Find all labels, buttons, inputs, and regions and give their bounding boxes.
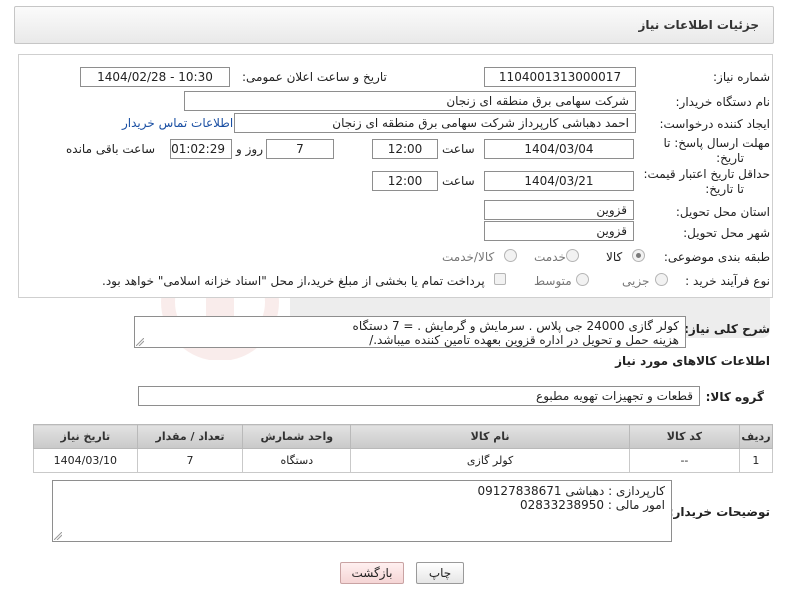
cell-row-number: 1	[738, 448, 774, 473]
category-option-service: خدمت	[534, 250, 566, 264]
price-validity-date-field: 1404/03/21	[484, 171, 634, 191]
cell-quantity: 7	[136, 448, 244, 473]
buyer-notes-textarea: کارپردازی : دهباشی 09127838671 امور مالی…	[52, 480, 672, 542]
page-title: جزئیات اطلاعات نیاز	[638, 18, 759, 32]
process-option-medium: متوسط	[534, 274, 572, 288]
remaining-time-field: 01:02:29	[170, 139, 232, 159]
need-number-label: شماره نیاز:	[713, 70, 770, 84]
description-line-1: کولر گازی 24000 جی پلاس . سرمایش و گرمای…	[352, 319, 679, 333]
col-item-code: کد کالا	[628, 424, 740, 449]
city-label: شهر محل تحویل:	[683, 226, 770, 240]
table-row: 1 -- کولر گازی دستگاه 7 1404/03/10	[33, 448, 774, 473]
buyer-notes-line-2: امور مالی : 02833238950	[520, 498, 665, 512]
price-validity-time-field: 12:00	[372, 171, 438, 191]
deadline-date-field: 1404/03/04	[484, 139, 634, 159]
col-unit: واحد شمارش	[242, 424, 352, 449]
province-label: استان محل تحویل:	[675, 205, 770, 219]
buyer-org-label: نام دستگاه خریدار:	[675, 95, 771, 109]
days-field: 7	[266, 139, 334, 159]
buyer-org-field: شرکت سهامی برق منطقه ای زنجان	[184, 91, 636, 111]
cell-need-date: 1404/03/10	[33, 448, 138, 473]
buyer-notes-label: توضیحات خریدار:	[668, 505, 770, 519]
description-label: شرح کلی نیاز:	[684, 322, 770, 336]
process-radio-minor[interactable]	[655, 273, 668, 286]
category-radio-goods[interactable]	[632, 249, 645, 262]
buyer-notes-line-1: کارپردازی : دهباشی 09127838671	[477, 484, 665, 498]
days-label: روز و	[236, 142, 263, 156]
category-radio-goods-service[interactable]	[504, 249, 517, 262]
category-option-goods-service: کالا/خدمت	[442, 250, 495, 264]
cell-item-code: --	[628, 448, 740, 473]
process-label: نوع فرآیند خرید :	[685, 274, 770, 288]
category-label: طبقه بندی موضوعی:	[663, 250, 770, 264]
description-textarea: کولر گازی 24000 جی پلاس . سرمایش و گرمای…	[134, 316, 686, 348]
goods-section-title: اطلاعات کالاهای مورد نیاز	[615, 354, 770, 368]
creator-field: احمد دهباشی کارپرداز شرکت سهامی برق منطق…	[234, 113, 636, 133]
col-quantity: تعداد / مقدار	[136, 424, 244, 449]
resize-handle-icon[interactable]	[54, 532, 62, 540]
col-need-date: تاریخ نیاز	[33, 424, 138, 449]
deadline-label: مهلت ارسال پاسخ: تا	[663, 136, 770, 150]
price-validity-time-label: ساعت	[442, 174, 475, 188]
goods-group-label: گروه کالا:	[705, 390, 764, 404]
treasury-payment-note: پرداخت تمام یا بخشی از مبلغ خرید،از محل …	[102, 274, 485, 288]
price-validity-label-date: تا تاریخ:	[705, 182, 744, 196]
need-number-field: 1104001313000017	[484, 67, 636, 87]
announce-datetime-field: 1404/02/28 - 10:30	[80, 67, 230, 87]
province-field: قزوین	[484, 200, 634, 220]
price-validity-label: حداقل تاریخ اعتبار قیمت:	[643, 167, 770, 181]
table-header-row: ردیف کد کالا نام کالا واحد شمارش تعداد /…	[33, 424, 774, 449]
deadline-label-date: تاریخ:	[716, 151, 744, 165]
back-button[interactable]: بازگشت	[340, 562, 404, 584]
goods-group-field: قطعات و تجهیزات تهویه مطبوع	[138, 386, 700, 406]
resize-handle-icon[interactable]	[136, 338, 144, 346]
category-radio-service[interactable]	[566, 249, 579, 262]
process-radio-medium[interactable]	[576, 273, 589, 286]
remaining-label: ساعت باقی مانده	[66, 142, 156, 156]
announce-label: تاریخ و ساعت اعلان عمومی:	[242, 70, 387, 84]
process-option-minor: جزیی	[622, 274, 650, 288]
print-button[interactable]: چاپ	[416, 562, 464, 584]
city-field: قزوین	[484, 221, 634, 241]
deadline-time-label: ساعت	[442, 142, 475, 156]
col-row-number: ردیف	[738, 424, 774, 449]
goods-table: ردیف کد کالا نام کالا واحد شمارش تعداد /…	[33, 424, 774, 473]
creator-label: ایجاد کننده درخواست:	[659, 117, 770, 131]
page-header: جزئیات اطلاعات نیاز	[14, 6, 774, 44]
deadline-time-field: 12:00	[372, 139, 438, 159]
buyer-contact-link[interactable]: اطلاعات تماس خریدار	[122, 116, 233, 130]
cell-unit: دستگاه	[242, 448, 352, 473]
category-option-goods: کالا	[606, 250, 623, 264]
cell-item-name: کولر گازی	[350, 448, 630, 473]
description-line-2: هزینه حمل و تحویل در اداره قزوین بعهده ت…	[369, 333, 679, 347]
treasury-payment-checkbox[interactable]	[494, 273, 506, 285]
col-item-name: نام کالا	[350, 424, 630, 449]
